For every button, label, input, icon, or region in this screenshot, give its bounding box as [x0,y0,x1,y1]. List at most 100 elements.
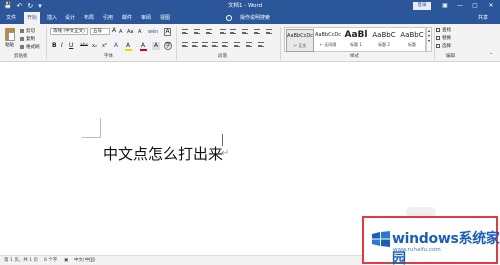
increase-indent-icon[interactable] [230,29,236,34]
distributed-icon[interactable] [222,42,228,47]
highlight-color-bar [125,49,132,51]
clear-formatting-icon[interactable]: A [138,28,141,36]
styles-scroll[interactable]: ▴ ▾ ▾ [426,27,432,52]
enclose-char-icon[interactable]: 字 [164,42,172,50]
group-divider [176,27,177,60]
numbering-icon[interactable] [194,29,200,34]
select-icon [436,43,440,48]
brush-icon [20,44,24,49]
format-painter-button[interactable]: 格式刷 [20,44,40,50]
status-language[interactable]: 中文(中国) [74,256,96,265]
style-no-spacing[interactable]: AaBbCcDc ↵ 无间隔 [314,29,342,52]
group-divider [280,27,281,60]
search-icon [436,27,440,32]
font-size-select[interactable]: 五号 [90,28,110,35]
multilevel-list-icon[interactable] [206,29,212,34]
document-body-text[interactable]: 中文点怎么打出来 [103,145,223,163]
align-left-icon[interactable] [182,42,188,47]
tab-insert[interactable]: 插入 [45,12,59,24]
styles-gallery: AaBbCcDc ↵ 正文 AaBbCcDc ↵ 无间隔 AaBl 标题 1 A… [284,27,426,52]
windows-logo-icon [372,231,390,247]
tab-review[interactable]: 审阅 [139,12,153,24]
italic-button[interactable]: I [61,42,63,50]
shrink-font-icon[interactable]: A [119,28,122,36]
tab-view[interactable]: 视图 [158,12,172,24]
replace-button[interactable]: 替换 [436,35,451,41]
copy-button[interactable]: 复制 [20,36,35,42]
customize-qat-icon[interactable]: ▾ [38,0,42,12]
align-right-icon[interactable] [202,42,208,47]
copy-icon [20,36,24,41]
group-label-paragraph: 段落 [218,54,227,59]
paste-icon[interactable] [4,27,16,43]
style-title[interactable]: AaBbC 标题 [398,29,426,52]
status-page[interactable]: 第 1 页，共 1 页 [4,256,38,265]
align-center-icon[interactable] [192,42,198,47]
group-label-clipboard: 剪贴板 [14,54,28,59]
shading-icon[interactable] [246,42,252,47]
group-divider [46,27,47,60]
bullets-icon[interactable] [182,29,188,34]
ribbon-tabs: 文件 开始 插入 设计 布局 引用 邮件 审阅 视图 操作说明搜索 共享 [0,12,500,24]
underline-button[interactable]: U [69,42,73,50]
crop-mark [82,137,100,138]
change-case-icon[interactable]: Aa [127,28,133,36]
char-border-icon[interactable]: A [164,28,171,36]
find-button[interactable]: 查找 [436,27,451,33]
proofing-icon[interactable]: ▣ [64,256,68,265]
text-effects-icon[interactable]: A [114,42,118,50]
strikethrough-button[interactable]: abc [80,42,88,50]
grow-font-icon[interactable]: A [112,27,116,35]
status-bar: 第 1 页，共 1 页 8 个字 ▣ 中文(中国) [0,255,362,265]
save-icon[interactable]: 💾 [4,0,11,12]
sort-icon[interactable] [254,29,260,34]
tab-design[interactable]: 设计 [63,12,77,24]
font-family-select[interactable]: 等线 (中文正文) [50,28,88,35]
tab-references[interactable]: 引用 [101,12,115,24]
lightbulb-icon [226,15,232,21]
group-label-editing: 编辑 [446,54,455,59]
paste-label[interactable]: 粘贴 [5,42,14,48]
line-spacing-icon[interactable] [234,42,240,47]
tell-me-search[interactable]: 操作说明搜索 [235,12,275,24]
maximize-icon[interactable]: ▢ [470,0,480,12]
phonetic-guide-icon[interactable]: wén [148,28,158,36]
quick-access-toolbar: 💾 ↶ ↻ ▾ [4,0,42,12]
tab-file[interactable]: 文件 [4,12,18,24]
group-label-font: 字体 [104,54,113,59]
superscript-button[interactable]: x² [102,42,107,50]
font-color-bar [140,49,147,51]
justify-icon[interactable] [212,42,218,47]
close-icon[interactable]: ✕ [486,0,496,12]
collapse-ribbon-icon[interactable]: ˄ [490,53,493,59]
tab-layout[interactable]: 布局 [82,12,96,24]
tab-home[interactable]: 开始 [24,12,40,24]
status-words[interactable]: 8 个字 [44,256,57,265]
group-divider [434,27,435,60]
ribbon-display-options-icon[interactable]: ▣ [440,0,450,12]
share-button[interactable]: 共享 [478,12,488,24]
chinese-layout-icon[interactable] [242,29,248,34]
bold-button[interactable]: B [52,42,57,50]
style-heading-1[interactable]: AaBl 标题 1 [342,29,370,52]
ribbon-home: 粘贴 剪切 复制 格式刷 剪贴板 等线 (中文正文) 五号 A A Aa A w… [0,24,500,62]
show-marks-icon[interactable] [266,29,272,34]
crop-mark [100,118,101,138]
decrease-indent-icon[interactable] [220,29,226,34]
select-button[interactable]: 选择 [436,43,451,49]
paragraph-mark: ↵ [221,148,230,159]
cut-button[interactable]: 剪切 [20,28,35,34]
minimize-icon[interactable]: — [455,0,465,12]
undo-icon[interactable]: ↶ [16,0,22,12]
tab-mailings[interactable]: 邮件 [120,12,134,24]
char-shading-icon[interactable]: A [152,42,160,50]
redo-icon[interactable]: ↻ [27,0,33,12]
subscript-button[interactable]: x₂ [92,42,97,50]
group-label-styles: 样式 [350,54,359,59]
borders-icon[interactable] [258,42,264,47]
replace-icon [436,35,440,40]
login-button[interactable]: 登录 [413,2,431,10]
style-heading-2[interactable]: AaBbC 标题 2 [370,29,398,52]
style-normal[interactable]: AaBbCcDc ↵ 正文 [286,29,314,52]
title-bar: 💾 ↶ ↻ ▾ 文档1 - Word 登录 ▣ — ▢ ✕ [0,0,500,12]
